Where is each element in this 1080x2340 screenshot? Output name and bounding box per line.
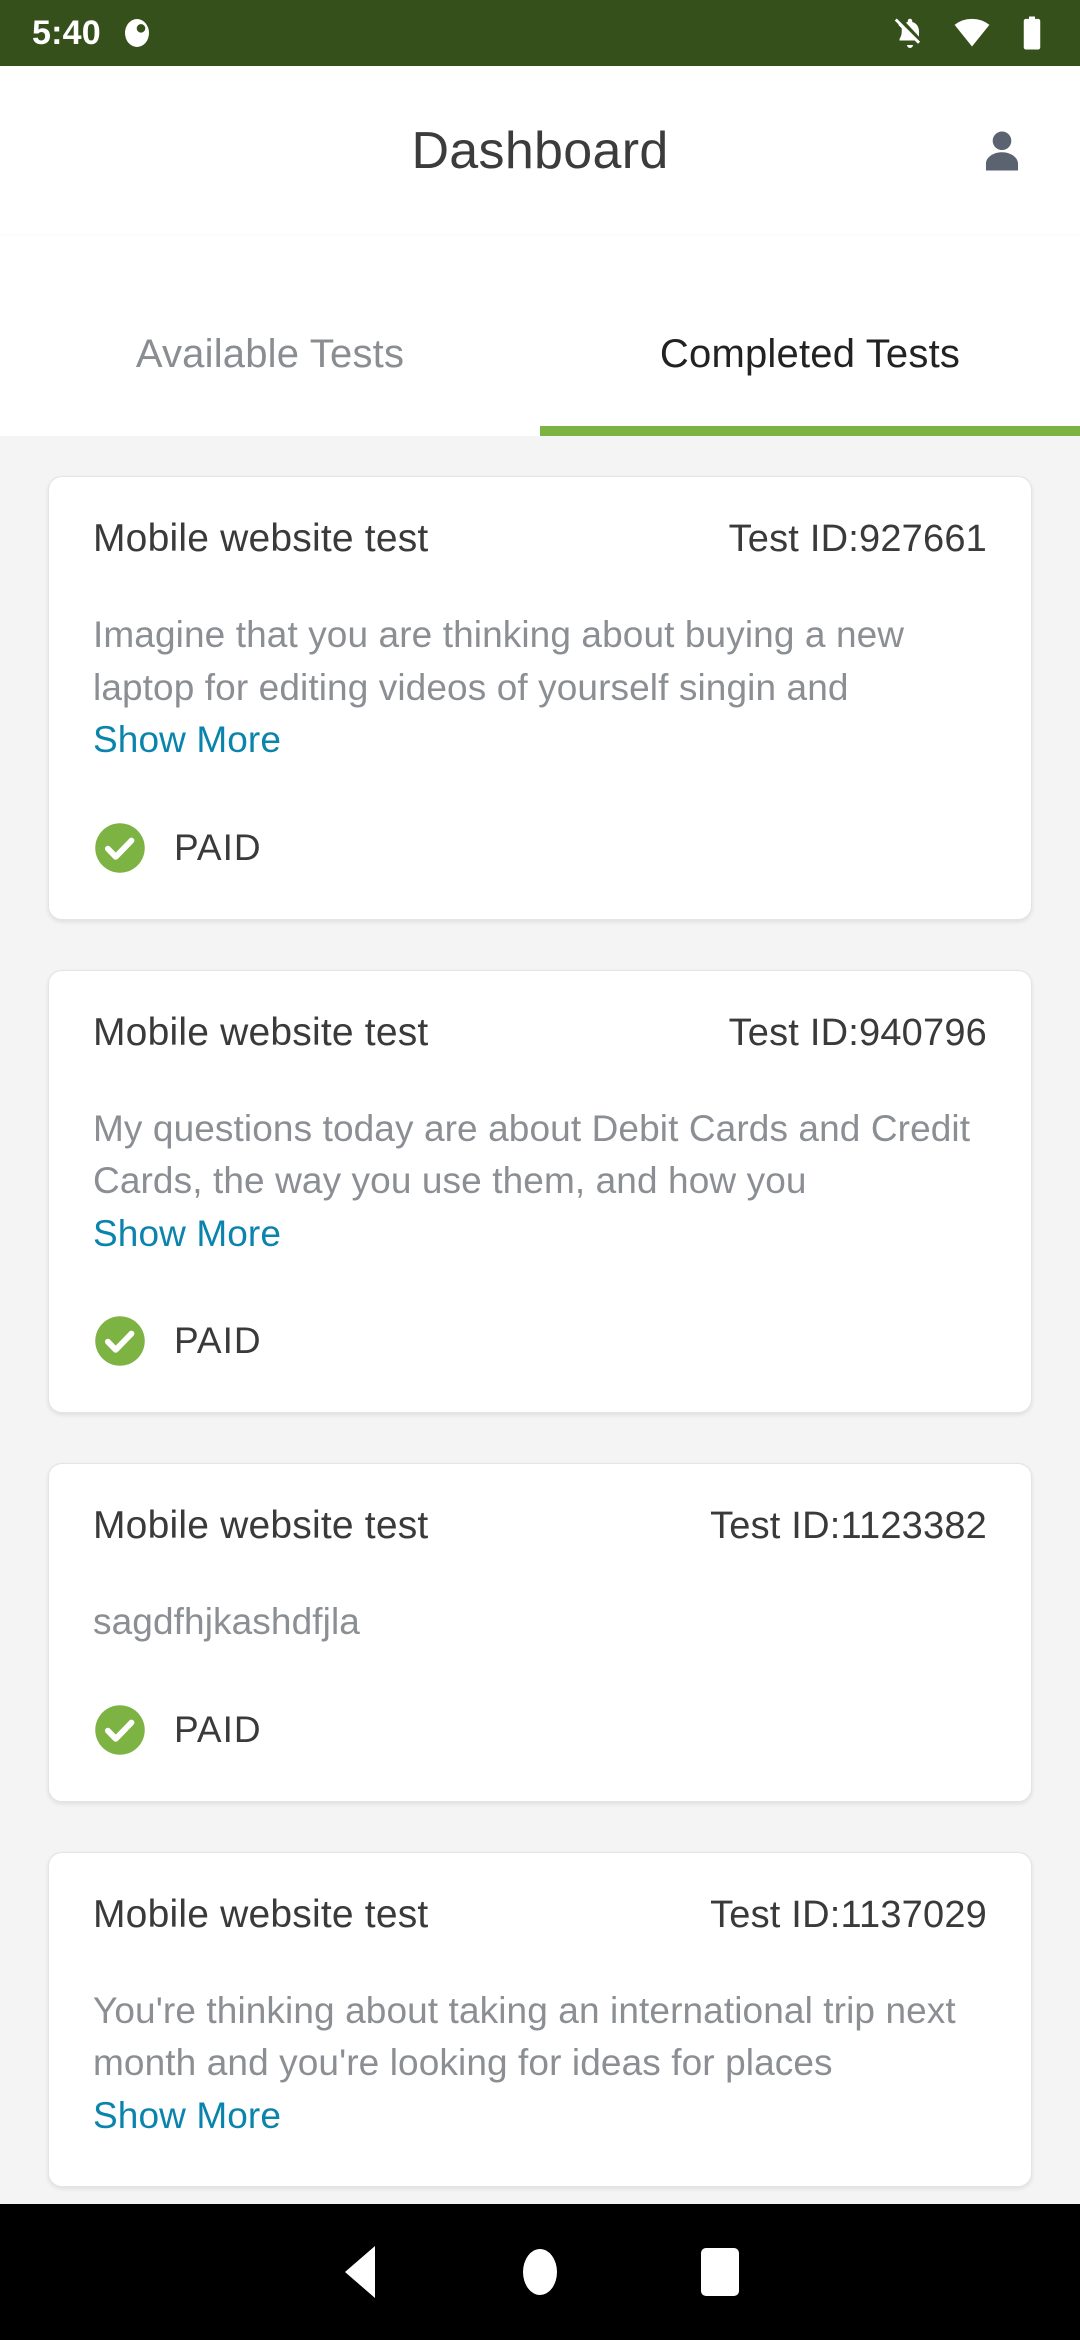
test-card-title: Mobile website test <box>93 517 429 560</box>
check-circle-icon <box>95 1704 145 1755</box>
test-card-status: PAID <box>93 821 987 875</box>
battery-icon <box>1023 16 1041 50</box>
page-title: Dashboard <box>411 122 669 180</box>
test-card-id: Test ID:1123382 <box>710 1505 987 1548</box>
test-card[interactable]: Mobile website test Test ID:1123382 sagd… <box>48 1463 1032 1802</box>
test-card[interactable]: Mobile website test Test ID:1137029 You'… <box>48 1851 1032 2188</box>
test-card-header: Mobile website test Test ID:940796 <box>93 1011 987 1055</box>
test-card-title: Mobile website test <box>93 1504 429 1548</box>
test-card-id: Test ID:927661 <box>728 518 987 560</box>
wifi-icon <box>954 18 990 47</box>
tab-active-indicator <box>540 426 1080 436</box>
notifications-off-icon <box>894 18 921 48</box>
back-icon <box>345 2246 375 2298</box>
person-account-icon[interactable] <box>976 125 1028 177</box>
test-card[interactable]: Mobile website test Test ID:940796 My qu… <box>48 969 1032 1414</box>
test-card-id: Test ID:1137029 <box>710 1893 987 1936</box>
test-card-description-text: My questions today are about Debit Cards… <box>93 1107 971 1202</box>
test-card-title: Mobile website test <box>93 1892 429 1936</box>
status-badge: PAID <box>174 1708 262 1750</box>
status-bar-clock: 5:40 <box>32 14 101 52</box>
test-card-description: Imagine that you are thinking about buyi… <box>93 609 987 767</box>
test-card-description-text: sagdfhjkashdfjla <box>93 1601 360 1643</box>
test-card-description: You're thinking about taking an internat… <box>93 1985 987 2143</box>
app-bar: Dashboard <box>0 66 1080 236</box>
home-icon <box>523 2249 557 2295</box>
test-card-status: PAID <box>93 1703 987 1757</box>
status-badge: PAID <box>174 826 262 868</box>
home-button[interactable] <box>450 2204 630 2340</box>
tab-completed-tests-label: Completed Tests <box>659 332 961 376</box>
android-nav-bar <box>0 2204 1080 2340</box>
test-card-header: Mobile website test Test ID:927661 <box>93 517 987 561</box>
status-bar-icons <box>892 15 1048 51</box>
completed-tests-list[interactable]: Mobile website test Test ID:927661 Imagi… <box>0 436 1080 2204</box>
check-circle-icon <box>95 822 145 873</box>
test-card-description: sagdfhjkashdfjla <box>93 1596 987 1649</box>
status-bar: 5:40 <box>0 0 1080 66</box>
tab-bar: Available Tests Completed Tests <box>0 236 1080 436</box>
test-card-header: Mobile website test Test ID:1123382 <box>93 1504 987 1548</box>
test-card-status: PAID <box>93 1314 987 1368</box>
tab-available-tests[interactable]: Available Tests <box>0 236 540 436</box>
app-screen: 5:40 Dashboard Available Tests Completed… <box>0 0 1080 2340</box>
show-more-link[interactable]: Show More <box>93 1208 281 1261</box>
back-button[interactable] <box>270 2204 450 2340</box>
test-card-description: My questions today are about Debit Cards… <box>93 1103 987 1261</box>
test-card[interactable]: Mobile website test Test ID:927661 Imagi… <box>48 476 1032 920</box>
show-more-link[interactable]: Show More <box>93 714 281 767</box>
test-card-description-text: Imagine that you are thinking about buyi… <box>93 614 905 708</box>
test-card-id: Test ID:940796 <box>728 1011 987 1054</box>
tab-completed-tests[interactable]: Completed Tests <box>540 236 1080 436</box>
circle-app-icon <box>124 19 149 47</box>
recents-icon <box>701 2248 739 2296</box>
show-more-link[interactable]: Show More <box>93 2090 281 2143</box>
test-card-header: Mobile website test Test ID:1137029 <box>93 1893 987 1937</box>
status-badge: PAID <box>174 1320 262 1362</box>
test-card-description-text: You're thinking about taking an internat… <box>93 1989 956 2084</box>
recents-button[interactable] <box>630 2204 810 2340</box>
check-circle-icon <box>95 1316 145 1366</box>
test-card-title: Mobile website test <box>93 1010 429 1054</box>
tab-available-tests-label: Available Tests <box>135 332 405 376</box>
